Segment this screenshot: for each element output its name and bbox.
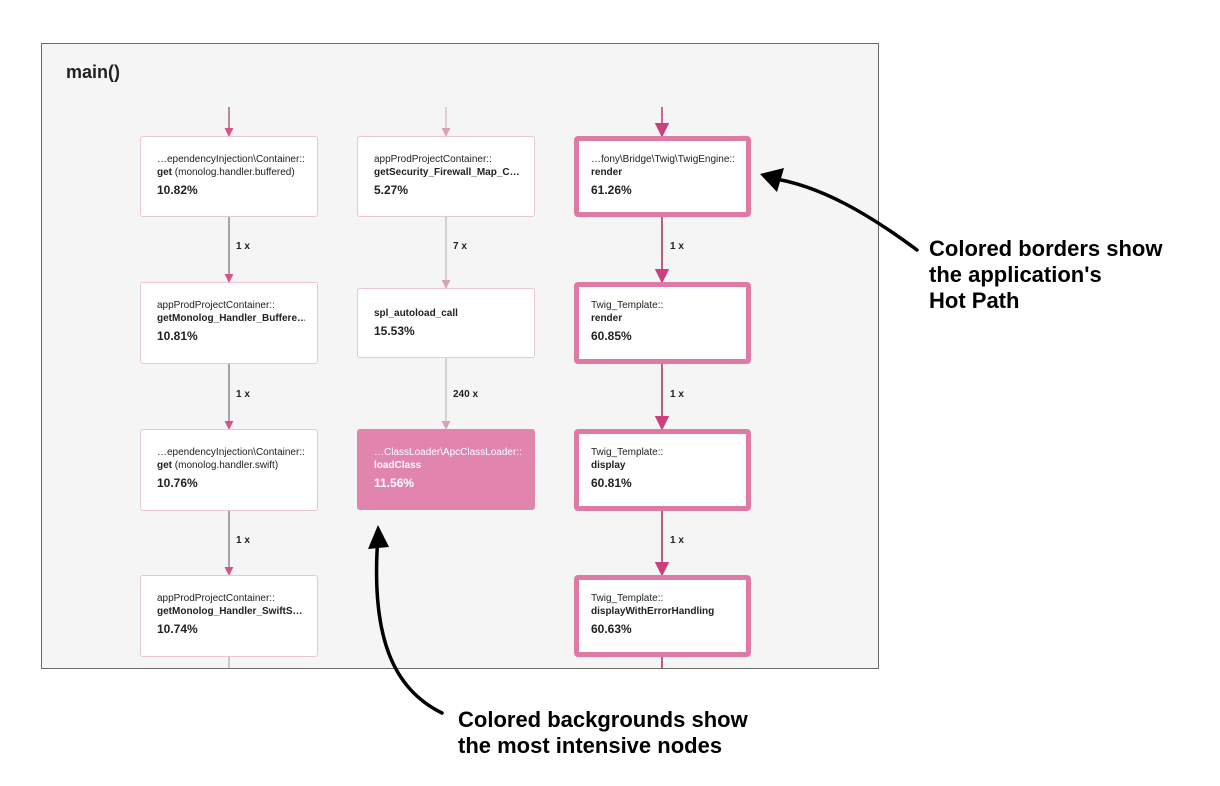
- call-node[interactable]: appProdProjectContainer:: getMonolog_Han…: [140, 575, 318, 657]
- node-function: loadClass: [374, 459, 522, 472]
- call-node[interactable]: …ependencyInjection\Container:: get (mon…: [140, 136, 318, 217]
- node-function: getMonolog_Handler_SwiftS…: [157, 605, 305, 618]
- node-function-name: getMonolog_Handler_Buffere…: [157, 313, 305, 324]
- call-node[interactable]: …ependencyInjection\Container:: get (mon…: [140, 429, 318, 511]
- node-function: displayWithErrorHandling: [591, 605, 738, 618]
- call-node[interactable]: appProdProjectContainer:: getMonolog_Han…: [140, 282, 318, 364]
- hot-path-node[interactable]: …fony\Bridge\Twig\TwigEngine:: render 61…: [574, 136, 751, 217]
- node-class: …ependencyInjection\Container::: [157, 447, 305, 458]
- node-function-name: spl_autoload_call: [374, 308, 458, 319]
- annotation-line: Colored borders show: [929, 236, 1163, 261]
- intensive-annotation: Colored backgrounds show the most intens…: [458, 707, 748, 759]
- node-percent: 5.27%: [374, 183, 409, 197]
- node-percent: 10.82%: [157, 183, 198, 197]
- node-class: appProdProjectContainer::: [157, 593, 275, 604]
- node-percent: 60.63%: [591, 622, 632, 636]
- node-class: Twig_Template::: [591, 593, 664, 604]
- node-class: …fony\Bridge\Twig\TwigEngine::: [591, 154, 735, 165]
- node-function-name: get: [157, 460, 172, 471]
- node-percent: 10.74%: [157, 622, 198, 636]
- annotation-line: Hot Path: [929, 288, 1020, 313]
- node-function-name: render: [591, 313, 623, 324]
- node-function-name: render: [591, 167, 623, 178]
- node-percent: 10.76%: [157, 476, 198, 490]
- hot-path-annotation: Colored borders show the application's H…: [929, 236, 1162, 314]
- node-percent: 11.56%: [374, 476, 415, 490]
- edge-label: 1 x: [670, 389, 684, 400]
- call-node[interactable]: appProdProjectContainer:: getSecurity_Fi…: [357, 136, 535, 217]
- edge-label: 1 x: [670, 241, 684, 252]
- hot-path-node[interactable]: Twig_Template:: render 60.85%: [574, 282, 751, 364]
- node-function-name: getMonolog_Handler_SwiftS…: [157, 606, 303, 617]
- node-percent: 15.53%: [374, 324, 415, 338]
- node-percent: 60.85%: [591, 329, 632, 343]
- node-class: …ClassLoader\ApcClassLoader::: [374, 447, 522, 458]
- node-percent: 10.81%: [157, 329, 198, 343]
- node-function: get (monolog.handler.buffered): [157, 166, 305, 179]
- node-class: Twig_Template::: [591, 447, 664, 458]
- edge-label: 240 x: [453, 389, 479, 400]
- edge-label: 1 x: [236, 389, 250, 400]
- annotation-line: Colored backgrounds show: [458, 707, 748, 732]
- node-function: getMonolog_Handler_Buffere…: [157, 312, 305, 325]
- intensive-call-node[interactable]: …ClassLoader\ApcClassLoader:: loadClass …: [357, 429, 535, 510]
- node-class: appProdProjectContainer::: [157, 300, 275, 311]
- edge-label: 7 x: [453, 241, 467, 252]
- node-function: get (monolog.handler.swift): [157, 459, 305, 472]
- node-function-name: display: [591, 460, 626, 471]
- node-class: …ependencyInjection\Container::: [157, 154, 305, 165]
- node-percent: 60.81%: [591, 476, 632, 490]
- node-function: render: [591, 312, 738, 325]
- node-class: Twig_Template::: [591, 300, 664, 311]
- call-graph-panel: main() 1 x 1 x 1 x 7 x 240 x 1 x 1 x 1 x…: [41, 43, 879, 669]
- annotation-line: the application's: [929, 262, 1102, 287]
- edge-label: 1 x: [236, 535, 250, 546]
- node-function: spl_autoload_call: [374, 307, 522, 320]
- node-argument: (monolog.handler.buffered): [172, 167, 295, 178]
- edge-label: 1 x: [236, 241, 250, 252]
- node-argument: (monolog.handler.swift): [172, 460, 279, 471]
- node-class: appProdProjectContainer::: [374, 154, 492, 165]
- node-function: render: [591, 166, 738, 179]
- node-function-name: loadClass: [374, 460, 422, 471]
- hot-path-node[interactable]: Twig_Template:: display 60.81%: [574, 429, 751, 511]
- node-function-name: get: [157, 167, 172, 178]
- node-function-name: getSecurity_Firewall_Map_C…: [374, 167, 520, 178]
- node-percent: 61.26%: [591, 183, 632, 197]
- call-node[interactable]: spl_autoload_call 15.53%: [357, 288, 535, 358]
- hot-path-node[interactable]: Twig_Template:: displayWithErrorHandling…: [574, 575, 751, 657]
- node-function: getSecurity_Firewall_Map_C…: [374, 166, 522, 179]
- annotation-line: the most intensive nodes: [458, 733, 723, 758]
- node-function: display: [591, 459, 738, 472]
- node-function-name: displayWithErrorHandling: [591, 606, 715, 617]
- edge-label: 1 x: [670, 535, 684, 546]
